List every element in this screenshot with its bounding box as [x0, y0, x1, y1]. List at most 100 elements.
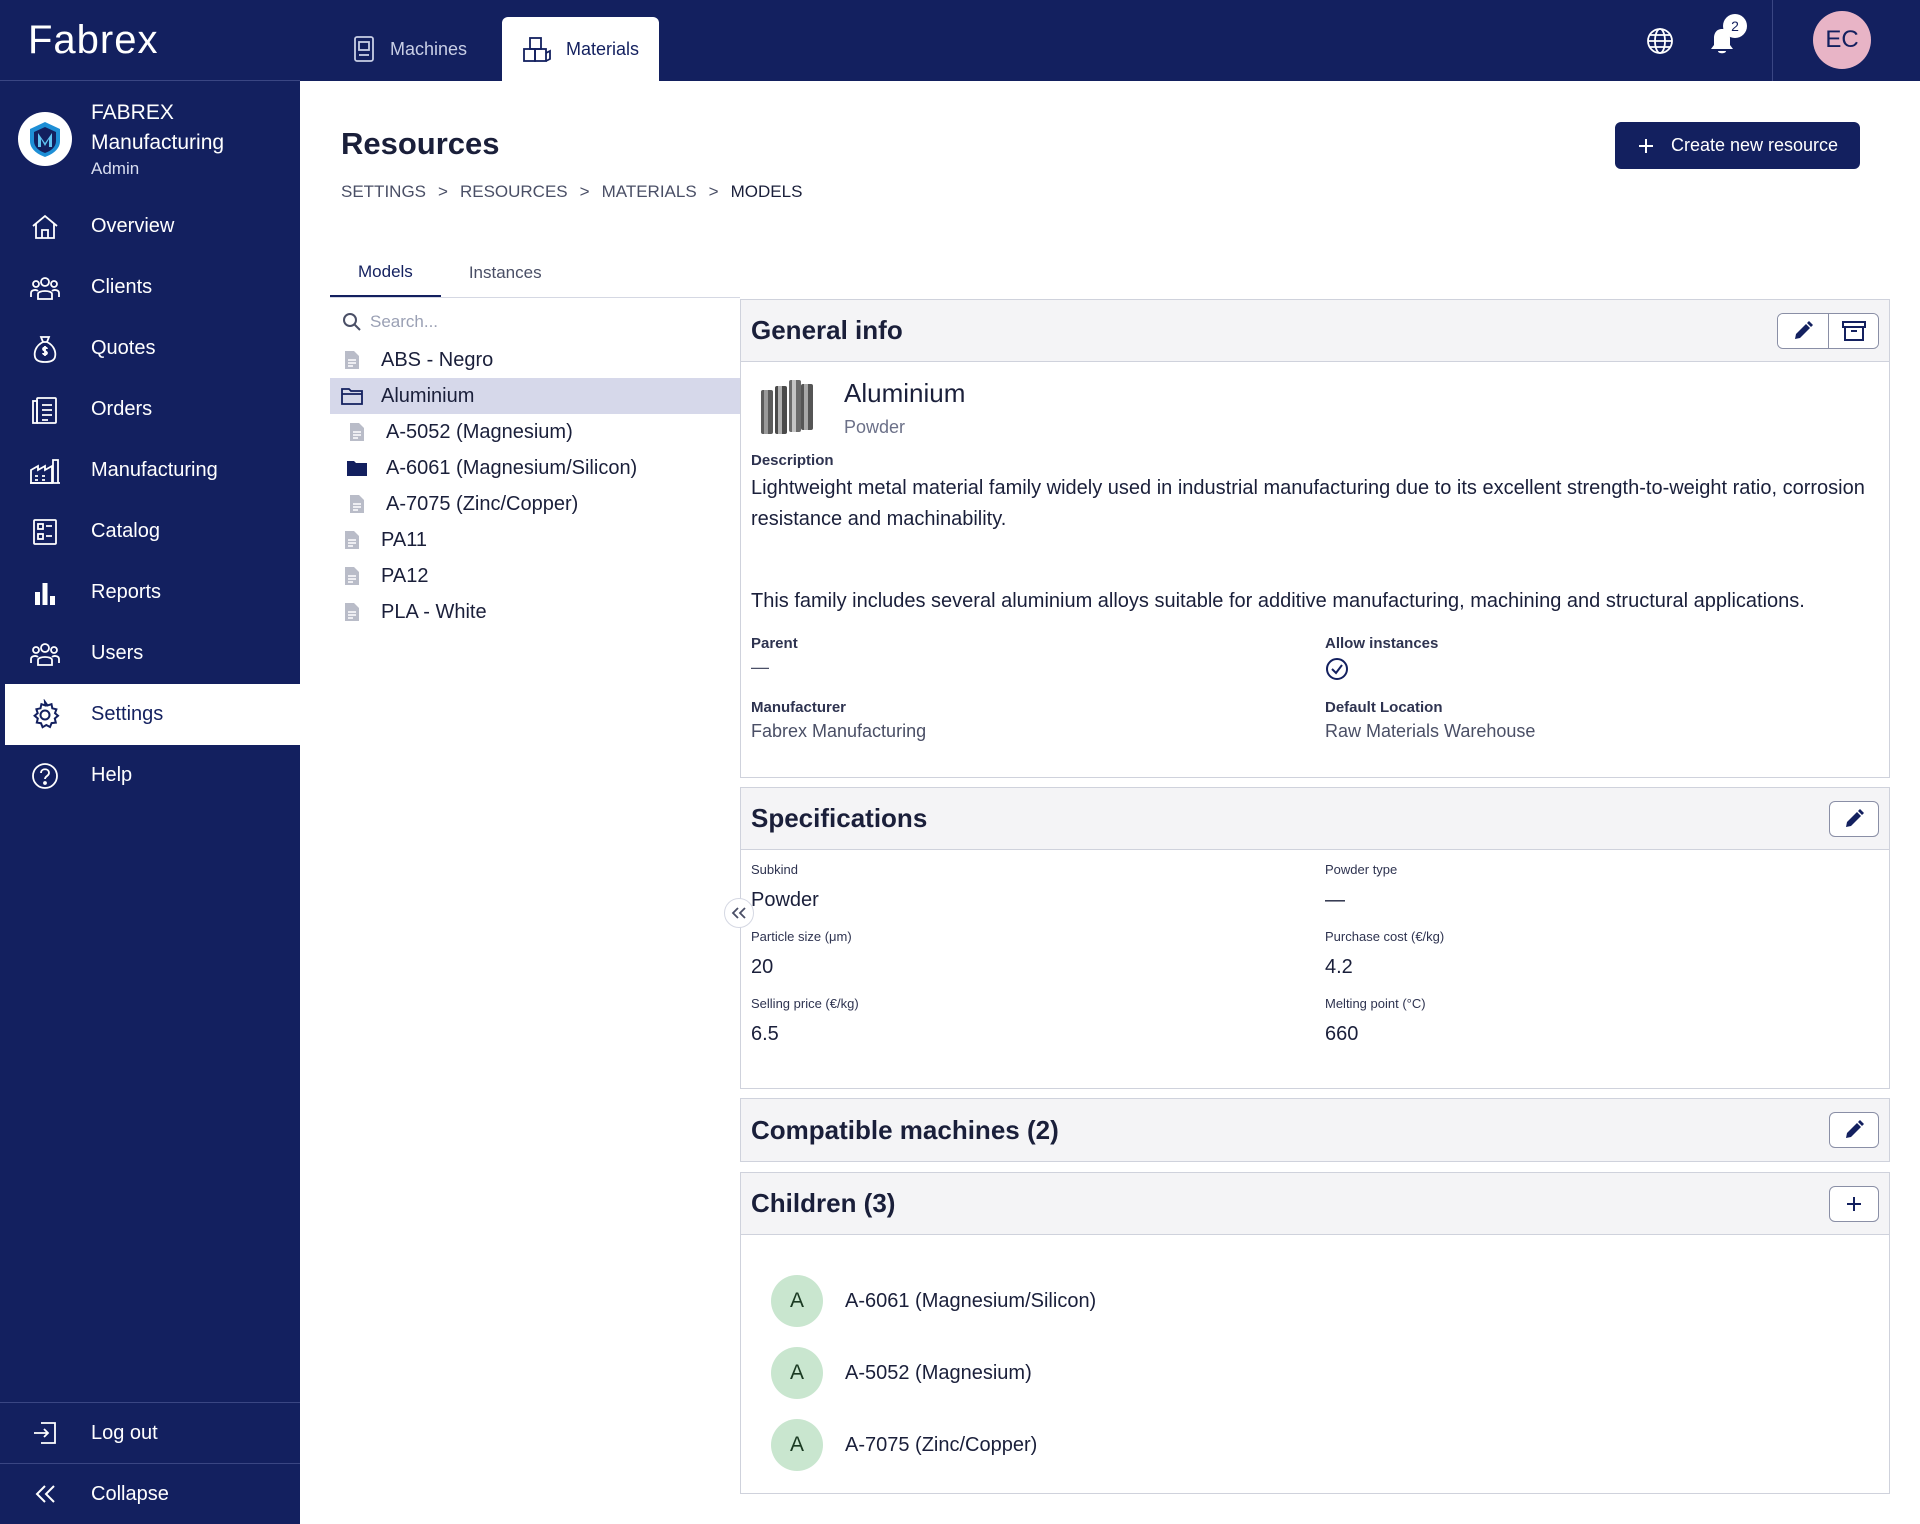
- brand-logo[interactable]: Fabrex: [0, 0, 300, 81]
- specifications-fields: Subkind Powder Powder type — Particle si…: [741, 850, 1889, 1056]
- spec-label: Powder type: [1325, 862, 1398, 877]
- child-item[interactable]: A A-5052 (Magnesium): [771, 1337, 1889, 1409]
- tree-item-label: PA11: [381, 528, 427, 551]
- boxes-icon: [522, 35, 552, 63]
- org-role: Admin: [91, 158, 140, 178]
- check-circle-icon: [1326, 658, 1348, 680]
- breadcrumb-separator: >: [708, 182, 719, 201]
- tree-item-label: PLA - White: [381, 600, 487, 623]
- child-item[interactable]: A A-7075 (Zinc/Copper): [771, 1409, 1889, 1481]
- tree-item-label: Aluminium: [381, 384, 475, 407]
- edit-general-info-button[interactable]: [1778, 314, 1828, 348]
- archive-button[interactable]: [1828, 314, 1878, 348]
- resource-header: Aluminium Powder: [751, 372, 1879, 442]
- sidebar-item-catalog[interactable]: Catalog: [0, 501, 300, 562]
- tree-item-abs-negro[interactable]: ABS - Negro: [330, 342, 740, 378]
- child-item[interactable]: A A-6061 (Magnesium/Silicon): [771, 1265, 1889, 1337]
- sidebar-item-overview[interactable]: Overview: [0, 196, 300, 257]
- general-info-header: General info: [741, 300, 1889, 362]
- sidebar-item-label: Catalog: [91, 520, 160, 542]
- double-chevron-left-icon: [731, 907, 746, 919]
- spec-label: Purchase cost (€/kg): [1325, 929, 1445, 944]
- top-tab-machines[interactable]: Machines: [332, 17, 487, 81]
- tree-item-a-5052[interactable]: A-5052 (Magnesium): [330, 414, 740, 450]
- tree-item-pa12[interactable]: PA12: [330, 558, 740, 594]
- create-button-label: Create new resource: [1670, 135, 1839, 155]
- file-icon: [341, 530, 363, 550]
- sidebar-item-users[interactable]: Users: [0, 623, 300, 684]
- org-name-line1: FABREX: [91, 100, 174, 124]
- collapse-sidebar-button[interactable]: Collapse: [0, 1463, 300, 1524]
- search-input[interactable]: [370, 312, 710, 332]
- sidebar-item-reports[interactable]: Reports: [0, 562, 300, 623]
- pencil-icon: [1795, 321, 1813, 339]
- people-icon: [29, 638, 61, 670]
- breadcrumb: SETTINGS > RESOURCES > MATERIALS > MODEL…: [341, 182, 802, 202]
- children-panel: Children (3) A A-6061 (Magnesium/Silicon…: [740, 1172, 1890, 1494]
- edit-specifications-button[interactable]: [1829, 801, 1879, 837]
- tree-item-a-7075[interactable]: A-7075 (Zinc/Copper): [330, 486, 740, 522]
- tree-item-pla-white[interactable]: PLA - White: [330, 594, 740, 630]
- org-switcher[interactable]: FABREX Manufacturing Admin: [0, 81, 300, 196]
- parent-value: —: [751, 657, 769, 677]
- sidebar-item-quotes[interactable]: Quotes: [0, 318, 300, 379]
- tree-item-aluminium[interactable]: Aluminium: [330, 378, 740, 414]
- notifications-button[interactable]: 2: [1703, 14, 1747, 60]
- globe-icon: [1647, 28, 1673, 54]
- child-name: A-5052 (Magnesium): [845, 1361, 1032, 1384]
- spec-label: Melting point (°C): [1325, 996, 1426, 1011]
- children-header: Children (3): [741, 1173, 1889, 1235]
- create-new-resource-button[interactable]: Create new resource: [1615, 122, 1860, 169]
- breadcrumb-settings[interactable]: SETTINGS: [341, 182, 426, 202]
- general-info-actions: [1777, 313, 1879, 349]
- collapse-tree-button[interactable]: [724, 898, 754, 928]
- archive-icon: [1841, 321, 1866, 341]
- factory-icon: [29, 455, 61, 487]
- plus-icon: [1638, 138, 1653, 153]
- breadcrumb-models: MODELS: [730, 182, 803, 201]
- sidebar-item-settings[interactable]: Settings: [5, 684, 300, 745]
- breadcrumb-resources[interactable]: RESOURCES: [460, 182, 568, 202]
- general-info-panel: General info Aluminium Powder Descriptio…: [740, 299, 1890, 778]
- child-avatar: A: [771, 1419, 823, 1471]
- pencil-icon: [1846, 1120, 1864, 1138]
- breadcrumb-materials[interactable]: MATERIALS: [602, 182, 697, 202]
- user-avatar[interactable]: EC: [1813, 11, 1871, 69]
- tree-item-pa11[interactable]: PA11: [330, 522, 740, 558]
- top-tab-materials[interactable]: Materials: [502, 17, 660, 81]
- sidebar-item-orders[interactable]: Orders: [0, 379, 300, 440]
- specifications-title: Specifications: [751, 803, 928, 833]
- tree-item-label: A-7075 (Zinc/Copper): [386, 492, 579, 515]
- compatible-machines-header[interactable]: Compatible machines (2): [741, 1099, 1889, 1161]
- default-location-value: Raw Materials Warehouse: [1325, 721, 1536, 741]
- sidebar-item-help[interactable]: Help: [0, 745, 300, 806]
- sidebar-item-label: Manufacturing: [91, 459, 218, 481]
- description-paragraph: This family includes several aluminium a…: [751, 590, 1805, 612]
- edit-compatible-machines-button[interactable]: [1829, 1112, 1879, 1148]
- machine-icon: [352, 35, 376, 63]
- org-logo-icon: [18, 111, 72, 166]
- sidebar-item-manufacturing[interactable]: Manufacturing: [0, 440, 300, 501]
- spec-label: Subkind: [751, 862, 798, 877]
- child-name: A-7075 (Zinc/Copper): [845, 1433, 1038, 1456]
- org-name-line2: Manufacturing: [91, 130, 225, 154]
- sidebar-item-clients[interactable]: Clients: [0, 257, 300, 318]
- tree-item-label: A-5052 (Magnesium): [386, 420, 573, 443]
- folder-open-icon: [341, 387, 363, 405]
- children-list: A A-6061 (Magnesium/Silicon) A A-5052 (M…: [741, 1235, 1889, 1501]
- top-tab-label: Materials: [566, 38, 640, 59]
- search-icon: [343, 313, 361, 331]
- language-button[interactable]: [1641, 22, 1679, 60]
- specifications-header: Specifications: [741, 788, 1889, 850]
- tree-item-label: ABS - Negro: [381, 348, 494, 371]
- tree-item-a-6061[interactable]: A-6061 (Magnesium/Silicon): [330, 450, 740, 486]
- spec-value: Powder: [751, 889, 819, 911]
- add-child-button[interactable]: [1829, 1186, 1879, 1222]
- file-icon: [341, 602, 363, 622]
- spec-value: 660: [1325, 1023, 1359, 1045]
- tab-models[interactable]: Models: [330, 248, 441, 298]
- general-info-title: General info: [751, 315, 903, 345]
- file-icon: [341, 566, 363, 586]
- logout-button[interactable]: Log out: [0, 1402, 300, 1463]
- tab-instances[interactable]: Instances: [441, 248, 570, 298]
